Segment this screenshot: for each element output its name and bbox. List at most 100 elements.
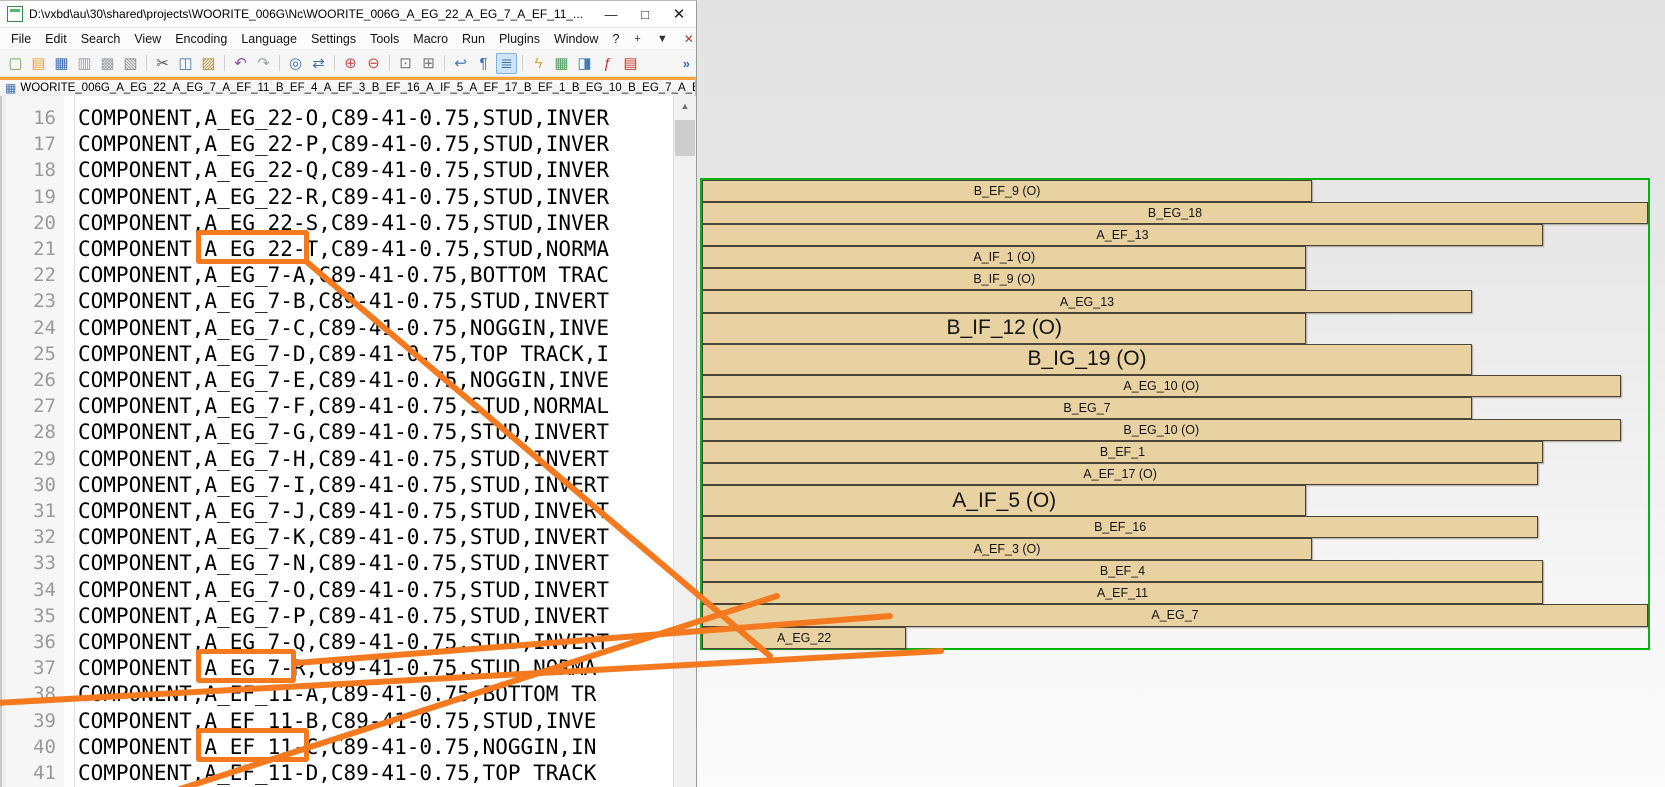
redo-icon[interactable]: ↷ bbox=[253, 53, 274, 74]
code-line[interactable]: COMPONENT,A_EG_7-A,C89-41-0.75,BOTTOM TR… bbox=[78, 262, 609, 288]
new-tab-button[interactable]: + bbox=[626, 33, 648, 45]
code-line[interactable]: COMPONENT,A_EG_7-R,C89-41-0.75,STUD,NORM… bbox=[78, 655, 596, 681]
word-wrap-icon[interactable]: ↩ bbox=[450, 53, 471, 74]
code-line[interactable]: COMPONENT,A_EG_7-P,C89-41-0.75,STUD,INVE… bbox=[78, 603, 609, 629]
menu-settings[interactable]: Settings bbox=[304, 32, 363, 46]
open-file-icon[interactable]: ▤ bbox=[28, 53, 49, 74]
code-line[interactable]: COMPONENT,A_EF_11-C,C89-41-0.75,NOGGIN,I… bbox=[78, 734, 596, 760]
line-number: 28 bbox=[33, 419, 56, 445]
panel-bar-A_EG_13: A_EG_13 bbox=[702, 290, 1472, 312]
folder-workspace-icon[interactable]: ▤ bbox=[620, 53, 641, 74]
cut-icon[interactable]: ✂ bbox=[152, 53, 173, 74]
panel-bar-label: B_EF_1 bbox=[1100, 445, 1145, 459]
text-content[interactable]: COMPONENT,A_EG_22-O,C89-41-0.75,STUD,INV… bbox=[76, 96, 674, 787]
panel-bar-label: B_EF_16 bbox=[1094, 520, 1146, 534]
diagram-row: B_EG_18 bbox=[702, 202, 1648, 224]
save-icon[interactable]: ▦ bbox=[51, 53, 72, 74]
scrollbar-thumb[interactable] bbox=[675, 120, 695, 156]
line-number: 17 bbox=[33, 131, 56, 157]
undo-icon[interactable]: ↶ bbox=[230, 53, 251, 74]
menu-tools[interactable]: Tools bbox=[363, 32, 406, 46]
tile-windows-icon[interactable]: ⊞ bbox=[418, 53, 439, 74]
restore-windows-icon[interactable]: ⊡ bbox=[395, 53, 416, 74]
code-line[interactable]: COMPONENT,A_EG_7-Q,C89-41-0.75,STUD,INVE… bbox=[78, 629, 609, 655]
doc-switcher-icon[interactable]: ◨ bbox=[574, 53, 595, 74]
diagram-row: B_IF_9 (O) bbox=[702, 268, 1648, 290]
menu-plugins[interactable]: Plugins bbox=[492, 32, 547, 46]
menu-window[interactable]: Window bbox=[547, 32, 605, 46]
paste-icon[interactable]: ▨ bbox=[198, 53, 219, 74]
indent-guides-icon[interactable]: ≣ bbox=[496, 53, 517, 74]
code-line[interactable]: COMPONENT,A_EG_7-I,C89-41-0.75,STUD,INVE… bbox=[78, 472, 609, 498]
code-line[interactable]: COMPONENT,A_EG_22-S,C89-41-0.75,STUD,INV… bbox=[78, 210, 609, 236]
menu-language[interactable]: Language bbox=[234, 32, 304, 46]
print-icon[interactable]: ▧ bbox=[120, 53, 141, 74]
close-button[interactable]: ✕ bbox=[662, 2, 696, 26]
close-doc-button[interactable]: ✕ bbox=[676, 32, 702, 46]
copy-icon[interactable]: ◫ bbox=[175, 53, 196, 74]
code-line[interactable]: COMPONENT,A_EG_7-E,C89-41-0.75,NOGGIN,IN… bbox=[78, 367, 609, 393]
code-line[interactable]: COMPONENT,A_EG_7-G,C89-41-0.75,STUD,INVE… bbox=[78, 419, 609, 445]
line-number: 34 bbox=[33, 577, 56, 603]
menu-macro[interactable]: Macro bbox=[406, 32, 455, 46]
find-icon[interactable]: ◎ bbox=[285, 53, 306, 74]
code-line[interactable]: COMPONENT,A_EG_7-J,C89-41-0.75,STUD,INVE… bbox=[78, 498, 609, 524]
code-line[interactable]: COMPONENT,A_EG_7-C,C89-41-0.75,NOGGIN,IN… bbox=[78, 315, 609, 341]
code-line[interactable]: COMPONENT,A_EG_7-N,C89-41-0.75,STUD,INVE… bbox=[78, 550, 609, 576]
toolbar-separator bbox=[146, 55, 147, 71]
code-line[interactable]: COMPONENT,A_EG_7-K,C89-41-0.75,STUD,INVE… bbox=[78, 524, 609, 550]
document-map-icon[interactable]: ▦ bbox=[551, 53, 572, 74]
code-line[interactable]: COMPONENT,A_EG_7-H,C89-41-0.75,STUD,INVE… bbox=[78, 446, 609, 472]
code-line[interactable]: COMPONENT,A_EG_22-Q,C89-41-0.75,STUD,INV… bbox=[78, 157, 609, 183]
show-all-chars-icon[interactable]: ¶ bbox=[473, 53, 494, 74]
line-number: 37 bbox=[33, 655, 56, 681]
menu-encoding[interactable]: Encoding bbox=[168, 32, 234, 46]
minimize-button[interactable]: — bbox=[594, 2, 628, 26]
scroll-up-arrow[interactable]: ▲ bbox=[674, 96, 696, 116]
vertical-scrollbar[interactable]: ▲ bbox=[673, 96, 696, 787]
title-bar[interactable]: D:\vxbd\au\30\shared\projects\WOORITE_00… bbox=[0, 1, 696, 28]
line-number: 31 bbox=[33, 498, 56, 524]
line-number: 20 bbox=[33, 210, 56, 236]
code-line[interactable]: COMPONENT,A_EF_11-A,C89-41-0.75,BOTTOM T… bbox=[78, 681, 596, 707]
diagram-row: B_EF_9 (O) bbox=[702, 180, 1648, 202]
menu-run[interactable]: Run bbox=[455, 32, 492, 46]
run-macro-icon[interactable]: ϟ bbox=[528, 53, 549, 74]
function-list-icon[interactable]: ƒ bbox=[597, 53, 618, 74]
maximize-button[interactable]: □ bbox=[628, 2, 662, 26]
code-line[interactable]: COMPONENT,A_EF_11-D,C89-41-0.75,TOP TRAC… bbox=[78, 760, 596, 786]
code-line[interactable]: COMPONENT,A_EG_22-T,C89-41-0.75,STUD,NOR… bbox=[78, 236, 609, 262]
menu-file[interactable]: File bbox=[4, 32, 38, 46]
zoom-in-icon[interactable]: ⊕ bbox=[340, 53, 361, 74]
toolbar: ▢▤▦▥▩▧✂◫▨↶↷◎⇄⊕⊖⊡⊞↩¶≣ϟ▦◨ƒ▤» bbox=[0, 50, 696, 77]
diagram-row: A_EF_3 (O) bbox=[702, 538, 1648, 560]
line-number: 36 bbox=[33, 629, 56, 655]
code-line[interactable]: COMPONENT,A_EG_7-B,C89-41-0.75,STUD,INVE… bbox=[78, 288, 609, 314]
code-line[interactable]: COMPONENT,A_EF_11-B,C89-41-0.75,STUD,INV… bbox=[78, 708, 596, 734]
code-line[interactable]: COMPONENT,A_EG_22-O,C89-41-0.75,STUD,INV… bbox=[78, 105, 609, 131]
editor-area[interactable]: 1617181920212223242526272829303132333435… bbox=[0, 96, 696, 787]
line-number: 19 bbox=[33, 184, 56, 210]
menu-search[interactable]: Search bbox=[74, 32, 128, 46]
menu-edit[interactable]: Edit bbox=[38, 32, 74, 46]
save-all-icon[interactable]: ▩ bbox=[97, 53, 118, 74]
replace-icon[interactable]: ⇄ bbox=[308, 53, 329, 74]
new-file-icon[interactable]: ▢ bbox=[5, 53, 26, 74]
line-number: 22 bbox=[33, 262, 56, 288]
menu-view[interactable]: View bbox=[127, 32, 168, 46]
code-line[interactable]: COMPONENT,A_EG_22-R,C89-41-0.75,STUD,INV… bbox=[78, 184, 609, 210]
tab-list-button[interactable]: ▼ bbox=[649, 33, 676, 45]
zoom-out-icon[interactable]: ⊖ bbox=[363, 53, 384, 74]
panel-bar-B_EF_16: B_EF_16 bbox=[702, 516, 1538, 538]
code-line[interactable]: COMPONENT,A_EG_7-D,C89-41-0.75,TOP TRACK… bbox=[78, 341, 609, 367]
code-line[interactable]: COMPONENT,A_EG_7-O,C89-41-0.75,STUD,INVE… bbox=[78, 577, 609, 603]
panel-bar-A_EF_13: A_EF_13 bbox=[702, 224, 1543, 246]
panel-bar-B_EF_1: B_EF_1 bbox=[702, 441, 1543, 463]
save-copy-icon[interactable]: ▥ bbox=[74, 53, 95, 74]
code-line[interactable]: COMPONENT,A_EG_22-P,C89-41-0.75,STUD,INV… bbox=[78, 131, 609, 157]
toolbar-separator bbox=[522, 55, 523, 71]
diagram-row: B_IG_19 (O) bbox=[702, 344, 1648, 375]
code-line[interactable]: COMPONENT,A_EG_7-F,C89-41-0.75,STUD,NORM… bbox=[78, 393, 609, 419]
toolbar-overflow-chevron[interactable]: » bbox=[683, 56, 690, 71]
menu-?[interactable]: ? bbox=[605, 32, 626, 46]
